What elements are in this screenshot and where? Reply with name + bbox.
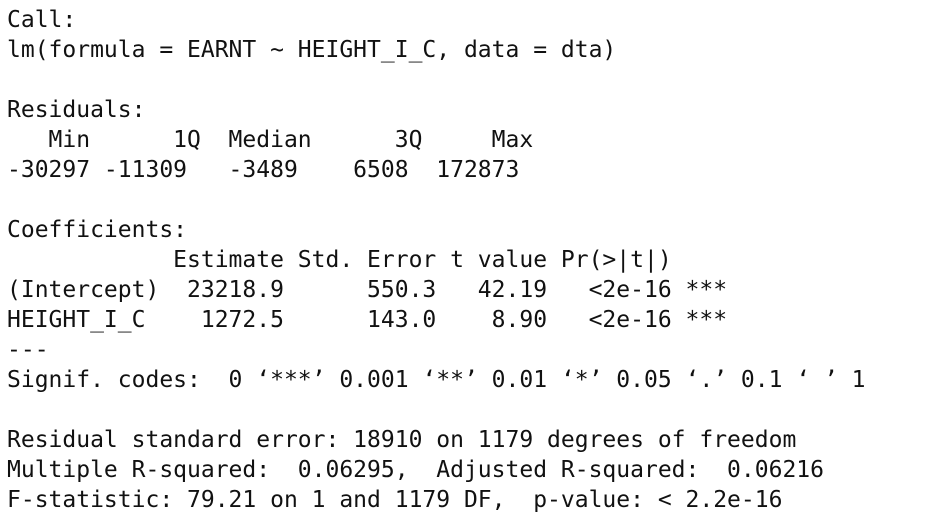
residuals-header: Residuals: [7, 97, 146, 123]
coefficients-column-headers: Estimate Std. Error t value Pr(>|t|) [7, 247, 728, 273]
residuals-quantile-labels: Min 1Q Median 3Q Max [7, 127, 548, 153]
coefficient-row-height: HEIGHT_I_C 1272.5 143.0 8.90 <2e-16 *** [7, 307, 728, 333]
residual-standard-error: Residual standard error: 18910 on 1179 d… [7, 427, 797, 453]
r-console-output: Call: lm(formula = EARNT ~ HEIGHT_I_C, d… [7, 5, 922, 515]
signif-codes: Signif. codes: 0 ‘***’ 0.001 ‘**’ 0.01 ‘… [7, 367, 866, 393]
separator: --- [7, 337, 49, 363]
call-header: Call: [7, 7, 77, 33]
call-formula: lm(formula = EARNT ~ HEIGHT_I_C, data = … [7, 37, 617, 63]
coefficient-row-intercept: (Intercept) 23218.9 550.3 42.19 <2e-16 *… [7, 277, 728, 303]
r-squared: Multiple R-squared: 0.06295, Adjusted R-… [7, 457, 838, 483]
f-statistic: F-statistic: 79.21 on 1 and 1179 DF, p-v… [7, 487, 783, 513]
coefficients-header: Coefficients: [7, 217, 188, 243]
residuals-quantile-values: -30297 -11309 -3489 6508 172873 [7, 157, 534, 183]
